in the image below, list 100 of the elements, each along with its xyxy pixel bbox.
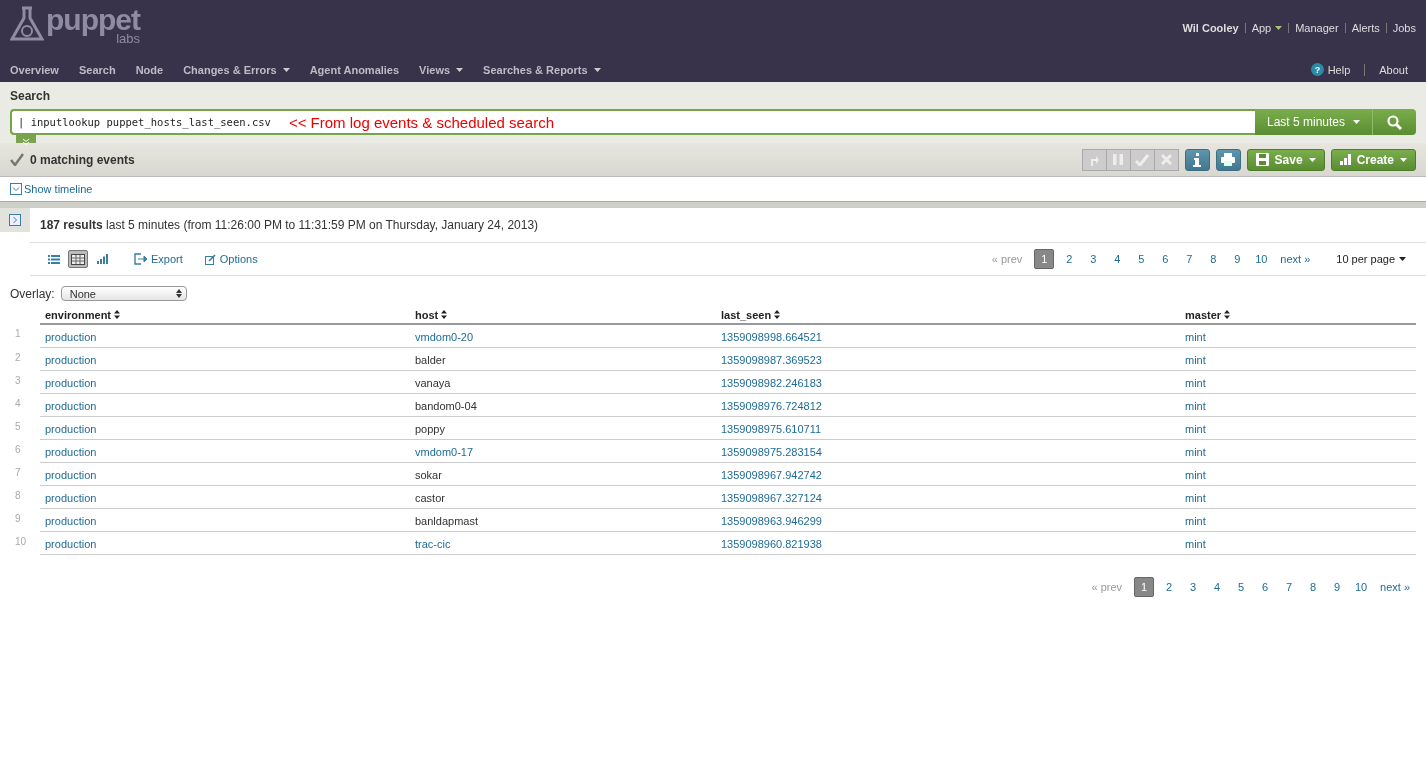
table-cell: mint <box>1180 324 1416 348</box>
page-link[interactable]: 5 <box>1132 250 1151 268</box>
table-cell: mint <box>1180 462 1416 486</box>
row-number: 8 <box>10 485 40 509</box>
page-link[interactable]: 8 <box>1204 250 1223 268</box>
column-header[interactable]: last_seen <box>716 305 1180 324</box>
table-cell: 1359098967.942742 <box>716 462 1180 486</box>
table-cell: 1359098963.946299 <box>716 508 1180 532</box>
table-cell: mint <box>1180 347 1416 371</box>
status-text: 0 matching events <box>30 152 135 167</box>
page-link[interactable]: 8 <box>1304 578 1323 596</box>
page-link[interactable]: 4 <box>1108 250 1127 268</box>
export-icon <box>134 253 147 265</box>
help-link[interactable]: Help <box>1327 63 1351 76</box>
header-link[interactable]: Alerts <box>1351 21 1380 34</box>
caret-icon <box>593 67 601 72</box>
column-header[interactable]: environment <box>40 305 410 324</box>
search-button[interactable] <box>1373 109 1416 135</box>
caret-icon <box>1399 257 1406 261</box>
annotation-text: << From log events & scheduled search <box>288 113 555 131</box>
create-button[interactable]: Create <box>1330 148 1416 171</box>
caret-icon <box>1308 157 1316 162</box>
nav-item[interactable]: Views <box>419 63 464 76</box>
nav-item[interactable]: Agent Anomalies <box>309 63 400 76</box>
page-link[interactable]: 3 <box>1184 578 1203 596</box>
app-menu[interactable]: App <box>1251 21 1283 34</box>
table-cell: production <box>40 462 410 486</box>
table-cell: mint <box>1180 485 1416 509</box>
next-link[interactable]: next » <box>1280 253 1311 265</box>
user-name: Wil Cooley <box>1182 21 1239 34</box>
page-link[interactable]: 1 <box>1134 577 1155 597</box>
printer-icon <box>1221 153 1236 166</box>
table-cell: 1359098960.821938 <box>716 531 1180 555</box>
table-cell: balder <box>410 347 716 371</box>
caret-icon <box>1400 157 1407 162</box>
about-link[interactable]: About <box>1379 63 1408 76</box>
export-link[interactable]: Export <box>134 253 183 265</box>
page-link[interactable]: 7 <box>1180 250 1199 268</box>
page-link[interactable]: 7 <box>1280 578 1299 596</box>
sort-icon <box>1224 310 1231 319</box>
table-cell: poppy <box>410 416 716 440</box>
page-link[interactable]: 9 <box>1228 250 1247 268</box>
search-field[interactable]: | inputlookup puppet_hosts_last_seen.csv << From log events & scheduled search <box>10 109 1255 135</box>
table-cell: production <box>40 324 410 348</box>
table-cell: production <box>40 485 410 509</box>
table-cell: bandom0-04 <box>410 393 716 417</box>
column-header[interactable]: host <box>410 305 716 324</box>
page-link[interactable]: 10 <box>1252 250 1271 268</box>
show-timeline-link[interactable]: Show timeline <box>24 183 93 195</box>
results-summary: 187 results last 5 minutes (from 11:26:00 PM to 11:31:59 PM on Thursday, January 24, 2013) <box>40 218 539 232</box>
view-toggle[interactable] <box>68 250 88 268</box>
table-cell: production <box>40 531 410 555</box>
table-cell: mint <box>1180 393 1416 417</box>
page-link[interactable]: 2 <box>1060 250 1079 268</box>
row-number: 4 <box>10 393 40 417</box>
overlay-dropdown[interactable]: None <box>60 286 187 301</box>
page-link[interactable]: 10 <box>1352 578 1371 596</box>
table-cell: production <box>40 347 410 371</box>
search-icon <box>1387 114 1402 130</box>
table-cell: mint <box>1180 508 1416 532</box>
header-link[interactable]: Manager <box>1295 21 1339 34</box>
nav-item[interactable]: Overview <box>10 63 59 76</box>
sort-icon <box>114 310 121 319</box>
nav-item[interactable]: Search <box>78 63 116 76</box>
row-number: 6 <box>10 439 40 463</box>
table-cell: sokar <box>410 462 716 486</box>
column-header[interactable]: master <box>1180 305 1416 324</box>
table-cell: 1359098967.327124 <box>716 485 1180 509</box>
page-link[interactable]: 6 <box>1256 578 1275 596</box>
per-page-dropdown[interactable]: 10 per page <box>1336 253 1406 265</box>
page-link[interactable]: 6 <box>1156 250 1175 268</box>
save-button[interactable]: Save <box>1246 148 1325 171</box>
info-button[interactable] <box>1184 148 1210 171</box>
page-link[interactable]: 9 <box>1328 578 1347 596</box>
nav-item[interactable]: Searches & Reports <box>483 63 601 76</box>
print-button[interactable] <box>1215 148 1241 171</box>
page-link[interactable]: 3 <box>1084 250 1103 268</box>
next-link[interactable]: next » <box>1380 581 1410 593</box>
overlay-label: Overlay: <box>10 286 55 301</box>
row-number: 1 <box>10 324 40 348</box>
caret-icon <box>1353 120 1360 124</box>
header-link[interactable]: Jobs <box>1392 21 1416 34</box>
expand-toggle-icon[interactable] <box>10 183 22 195</box>
time-range-button[interactable]: Last 5 minutes <box>1254 109 1373 135</box>
table-cell: castor <box>410 485 716 509</box>
page-link[interactable]: 1 <box>1034 249 1055 269</box>
page-link[interactable]: 2 <box>1160 578 1179 596</box>
close-icon <box>1160 154 1172 165</box>
nav-item[interactable]: Node <box>135 63 164 76</box>
nav-item[interactable]: Changes & Errors <box>183 63 290 76</box>
page-link[interactable]: 5 <box>1232 578 1251 596</box>
expand-sidebar-icon[interactable] <box>9 214 21 226</box>
caret-icon <box>456 67 464 72</box>
sort-icon <box>441 310 448 319</box>
list-icon <box>48 254 60 264</box>
options-link[interactable]: Options <box>204 253 258 265</box>
row-number: 3 <box>10 370 40 394</box>
row-number: 2 <box>10 347 40 371</box>
page-link[interactable]: 4 <box>1208 578 1227 596</box>
row-number: 7 <box>10 462 40 486</box>
